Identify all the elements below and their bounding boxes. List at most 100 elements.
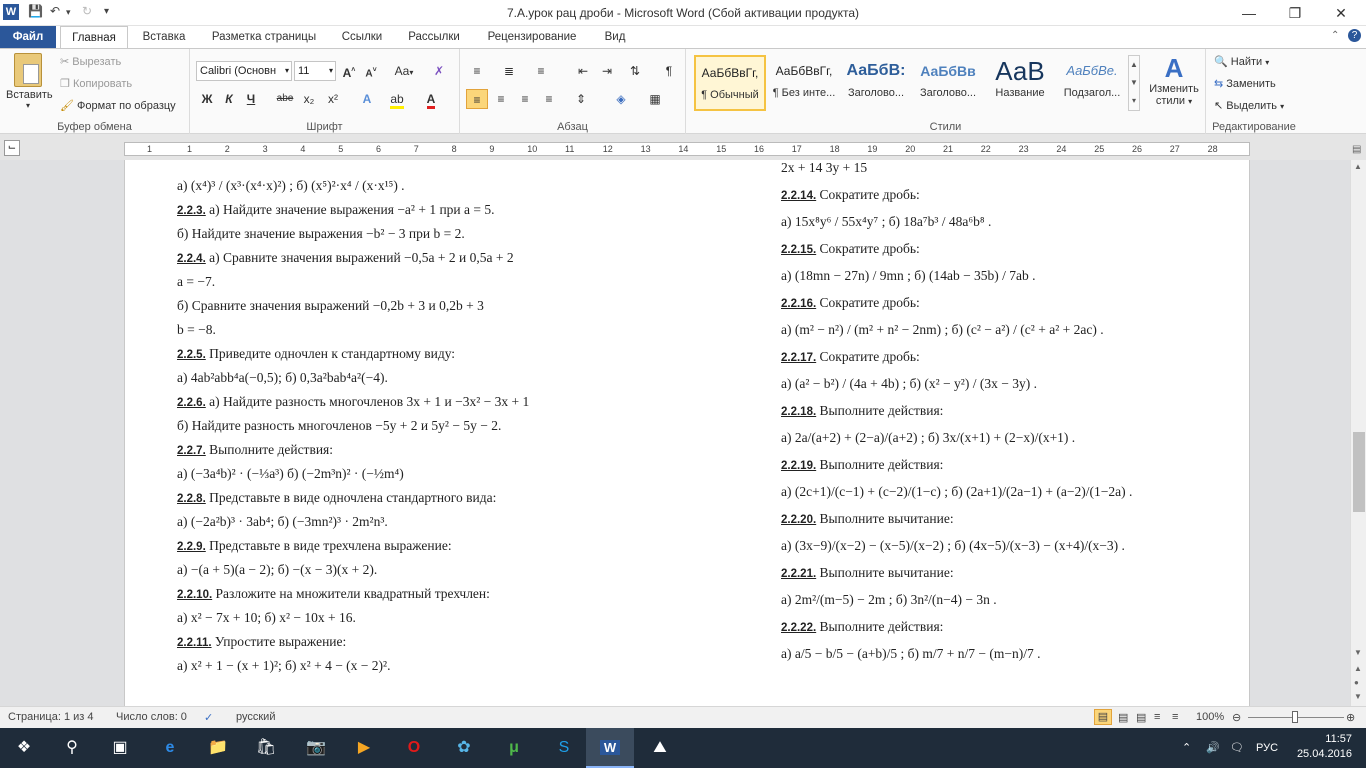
opera-icon[interactable]: O	[390, 728, 438, 768]
superscript-button[interactable]: x²	[322, 89, 344, 109]
tray-up-icon[interactable]: ⌃	[1182, 728, 1191, 768]
outline-icon[interactable]: ≡	[1154, 711, 1160, 723]
numbering-icon[interactable]: ≣	[498, 61, 520, 81]
paw-app-icon[interactable]: ✿	[440, 728, 488, 768]
text-effects-icon[interactable]: A	[356, 89, 378, 109]
start-windows-icon[interactable]: ❖	[0, 728, 48, 768]
minimize-button[interactable]: —	[1226, 0, 1272, 26]
word-taskbar-icon[interactable]: W	[586, 728, 634, 768]
skype-icon[interactable]: S	[540, 728, 588, 768]
input-language[interactable]: РУС	[1256, 728, 1278, 768]
grow-font-button[interactable]: A˄	[338, 61, 360, 81]
zoom-out-icon[interactable]: ⊖	[1232, 711, 1241, 724]
shrink-font-button[interactable]: A˅	[360, 61, 382, 81]
select-button[interactable]: ↖ Выделить ▾	[1214, 99, 1284, 112]
prev-page-icon[interactable]: ▲	[1354, 664, 1362, 673]
style-no-spacing[interactable]: АаБбВвГг, ¶ Без инте...	[768, 55, 840, 111]
bold-button[interactable]: Ж	[196, 89, 218, 109]
help-icon[interactable]: ?	[1348, 29, 1361, 42]
zoom-in-icon[interactable]: ⊕	[1346, 711, 1355, 724]
align-left-icon[interactable]: ≡	[466, 89, 488, 109]
tab-view[interactable]: Вид	[592, 26, 638, 48]
zoom-slider-thumb[interactable]	[1292, 711, 1298, 723]
tab-file[interactable]: Файл	[0, 26, 56, 48]
view-ruler-icon[interactable]: ▤	[1352, 144, 1361, 155]
style-heading1[interactable]: АаБбВ: Заголово...	[840, 55, 912, 111]
font-color-icon[interactable]: A	[420, 89, 442, 109]
camera-icon[interactable]: 📷	[292, 728, 340, 768]
copy-button[interactable]: ❐ Копировать	[60, 77, 132, 90]
style-subtitle[interactable]: АаБбВе. Подзагол...	[1056, 55, 1128, 111]
multilevel-list-icon[interactable]: ≡	[530, 61, 552, 81]
styles-scroll[interactable]: ▲ ▼ ▾	[1128, 55, 1140, 111]
document-page[interactable]: а) (x⁴)³ / (x³·(x⁴·x)²) ; б) (x⁵)²·x⁴ / …	[124, 160, 1250, 706]
find-button[interactable]: 🔍 Найти ▾	[1214, 55, 1269, 68]
underline-button[interactable]: Ч	[240, 89, 262, 109]
tab-references[interactable]: Ссылки	[334, 26, 390, 48]
search-icon[interactable]: ⚲	[48, 728, 96, 768]
sort-icon[interactable]: ⇅	[624, 61, 646, 81]
edge-icon[interactable]: e	[146, 728, 194, 768]
scroll-down-icon[interactable]: ▼	[1354, 648, 1362, 657]
decrease-indent-icon[interactable]: ⇤	[572, 61, 594, 81]
utorrent-icon[interactable]: μ	[490, 728, 538, 768]
scroll-thumb[interactable]	[1353, 432, 1365, 512]
style-title[interactable]: АаВ Название	[984, 55, 1056, 111]
tab-insert[interactable]: Вставка	[134, 26, 194, 48]
format-painter-button[interactable]: 🖌 Формат по образцу	[60, 99, 176, 112]
notifications-icon[interactable]: 🗨	[1230, 728, 1244, 768]
horizontal-ruler[interactable]: 1 1 2 3 4 5 6 7 8 9 10 11 12 13 14 15 16 17 18 19 20 21 22 23 24…	[124, 142, 1250, 156]
media-player-icon[interactable]: ▶	[340, 728, 388, 768]
tab-review[interactable]: Рецензирование	[478, 26, 586, 48]
browse-object-icon[interactable]: ●	[1354, 678, 1359, 687]
photos-icon[interactable]: ⛰	[636, 728, 684, 768]
file-explorer-icon[interactable]: 📁	[194, 728, 242, 768]
web-layout-icon[interactable]: ▤	[1136, 711, 1146, 724]
increase-indent-icon[interactable]: ⇥	[596, 61, 618, 81]
style-heading2[interactable]: АаБбВв Заголово...	[912, 55, 984, 111]
clock[interactable]: 11:57 25.04.2016	[1297, 732, 1352, 762]
tab-page-layout[interactable]: Разметка страницы	[200, 26, 328, 48]
next-page-icon[interactable]: ▼	[1354, 692, 1362, 701]
strikethrough-button[interactable]: abe	[274, 89, 296, 109]
show-marks-icon[interactable]: ¶	[658, 61, 680, 81]
change-case-button[interactable]: Aa▾	[390, 61, 418, 81]
bullets-icon[interactable]: ≡	[466, 61, 488, 81]
align-right-icon[interactable]: ≡	[514, 89, 536, 109]
change-styles-button[interactable]: A Изменить стили ▾	[1146, 53, 1202, 107]
line-spacing-icon[interactable]: ⇕	[570, 89, 592, 109]
font-name-combo[interactable]: Calibri (Основн ▾	[196, 61, 292, 81]
collapse-ribbon-icon[interactable]: ⌃	[1331, 30, 1339, 41]
shading-icon[interactable]: ◈	[610, 89, 632, 109]
full-screen-icon[interactable]: ▤	[1118, 711, 1128, 724]
cut-button[interactable]: ✂ Вырезать	[60, 55, 121, 68]
word-count[interactable]: Число слов: 0	[116, 711, 187, 723]
tab-mailings[interactable]: Рассылки	[396, 26, 472, 48]
proofing-icon[interactable]: ✓	[204, 711, 213, 724]
style-normal[interactable]: АаБбВвГг, ¶ Обычный	[694, 55, 766, 111]
maximize-button[interactable]: ❐	[1272, 0, 1318, 26]
tab-home[interactable]: Главная	[60, 26, 128, 49]
replace-button[interactable]: ⇆ Заменить	[1214, 77, 1276, 90]
italic-button[interactable]: К	[218, 89, 240, 109]
scroll-up-icon[interactable]: ▲	[1354, 162, 1362, 171]
vertical-scrollbar[interactable]: ▲ ▼ ▲ ● ▼	[1350, 160, 1366, 706]
zoom-level[interactable]: 100%	[1196, 711, 1224, 723]
print-layout-icon[interactable]: ▤	[1094, 709, 1112, 725]
highlight-color-icon[interactable]: ab	[386, 89, 408, 109]
task-view-icon[interactable]: ▣	[96, 728, 144, 768]
paste-button[interactable]: Вставить ▾	[6, 53, 53, 110]
align-center-icon[interactable]: ≡	[490, 89, 512, 109]
font-size-combo[interactable]: 11 ▾	[294, 61, 336, 81]
clear-format-icon[interactable]: ✗	[428, 61, 450, 81]
tab-selector-icon[interactable]: ⌙	[4, 140, 20, 156]
subscript-button[interactable]: x₂	[298, 89, 320, 109]
close-button[interactable]: ✕	[1318, 0, 1364, 26]
page-count[interactable]: Страница: 1 из 4	[8, 711, 94, 723]
language[interactable]: русский	[236, 711, 275, 723]
justify-icon[interactable]: ≡	[538, 89, 560, 109]
draft-icon[interactable]: ≡	[1172, 711, 1178, 723]
volume-icon[interactable]: 🔊	[1206, 728, 1220, 768]
borders-icon[interactable]: ▦	[644, 89, 666, 109]
store-icon[interactable]: 🛍	[242, 728, 290, 768]
